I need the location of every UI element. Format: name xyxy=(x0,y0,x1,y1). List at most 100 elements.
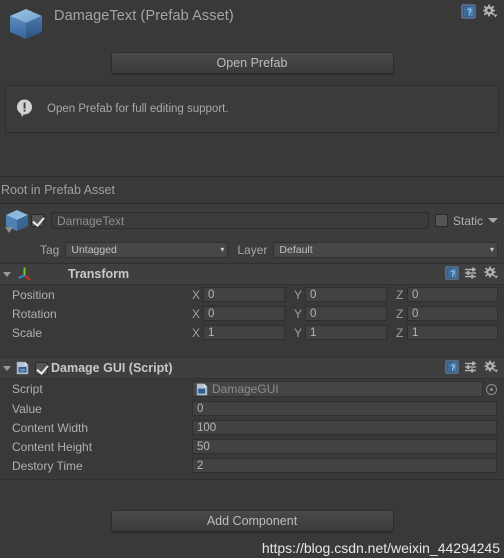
axis-label-x: X xyxy=(192,287,201,302)
gameobject-header: DamageText Static xyxy=(0,205,504,236)
damage-gui-row-content-height: Content Height 50 xyxy=(0,437,504,456)
transform-properties: Position X 0 Y 0 Z 0 Rotation X 0 Y 0 Z … xyxy=(0,285,504,342)
script-field-value: DamageGUI xyxy=(212,382,279,396)
root-section-bar: Root in Prefab Asset xyxy=(0,176,504,204)
scale-x-input[interactable]: 1 xyxy=(203,325,285,340)
position-x-input[interactable]: 0 xyxy=(203,287,285,302)
chevron-updown-icon: ▾ xyxy=(220,245,225,254)
property-label: Scale xyxy=(12,325,43,340)
value-input[interactable]: 0 xyxy=(192,401,497,416)
watermark-url: https://blog.csdn.net/weixin_44294245 xyxy=(261,540,500,556)
transform-row-scale: Scale X 1 Y 1 Z 1 xyxy=(0,323,504,342)
rotation-x-input[interactable]: 0 xyxy=(203,306,285,321)
script-document-icon xyxy=(196,383,208,396)
axis-label-y: Y xyxy=(294,306,303,321)
damage-gui-component: c# Damage GUI (Script) ? Script DamageGU… xyxy=(0,357,504,480)
position-z-input[interactable]: 0 xyxy=(407,287,498,302)
gear-dropdown-icon[interactable] xyxy=(482,4,498,19)
transform-component: Transform ? Position X 0 Y 0 Z 0 Rotatio… xyxy=(0,263,504,342)
help-book-icon[interactable]: ? xyxy=(445,266,459,280)
page-title: DamageText (Prefab Asset) xyxy=(54,8,234,24)
property-label: Rotation xyxy=(12,306,57,321)
gear-dropdown-icon[interactable] xyxy=(483,266,499,280)
transform-title: Transform xyxy=(68,267,130,281)
rotation-y-input[interactable]: 0 xyxy=(305,306,387,321)
axis-label-x: X xyxy=(192,325,201,340)
tag-label: Tag xyxy=(40,243,60,257)
prefab-cube-icon xyxy=(7,6,45,44)
transform-row-position: Position X 0 Y 0 Z 0 xyxy=(0,285,504,304)
content-height-input[interactable]: 50 xyxy=(192,439,497,454)
tag-layer-row: Tag Untagged ▾ Layer Default ▾ xyxy=(0,238,504,262)
layer-dropdown-value: Default xyxy=(279,244,313,256)
preset-sliders-icon[interactable] xyxy=(464,266,478,280)
axis-label-y: Y xyxy=(294,287,303,302)
property-label: Position xyxy=(12,287,55,302)
gear-dropdown-icon[interactable] xyxy=(483,360,499,374)
help-book-icon[interactable]: ? xyxy=(445,360,459,374)
transform-row-rotation: Rotation X 0 Y 0 Z 0 xyxy=(0,304,504,323)
scale-z-input[interactable]: 1 xyxy=(407,325,498,340)
axis-label-x: X xyxy=(192,306,201,321)
property-label: Script xyxy=(12,382,43,396)
vector3-field: X 0 Y 0 Z 0 xyxy=(192,306,504,321)
info-exclamation-icon xyxy=(15,98,35,120)
vector3-field: X 1 Y 1 Z 1 xyxy=(192,325,504,340)
damage-gui-header-icons: ? xyxy=(445,360,499,374)
damage-gui-row-content-width: Content Width 100 xyxy=(0,418,504,437)
prefab-info-box: Open Prefab for full editing support. xyxy=(5,85,499,133)
content-width-input[interactable]: 100 xyxy=(192,420,497,435)
prefab-cube-icon[interactable] xyxy=(3,207,31,235)
asset-header-icons: ? xyxy=(461,4,498,19)
chevron-updown-icon: ▾ xyxy=(489,245,494,254)
static-toggle-group: Static xyxy=(434,213,498,228)
damage-gui-row-value: Value 0 xyxy=(0,399,504,418)
position-y-input[interactable]: 0 xyxy=(305,287,387,302)
damage-gui-header[interactable]: c# Damage GUI (Script) ? xyxy=(0,357,504,379)
open-prefab-button[interactable]: Open Prefab xyxy=(110,52,394,74)
damage-gui-row-destory-time: Destory Time 2 xyxy=(0,456,504,475)
rotation-z-input[interactable]: 0 xyxy=(407,306,498,321)
axis-label-z: Z xyxy=(396,287,404,302)
prefab-info-text: Open Prefab for full editing support. xyxy=(47,103,229,115)
damage-gui-enabled-checkbox[interactable] xyxy=(35,361,48,375)
property-label: Content Width xyxy=(12,420,89,435)
layer-dropdown[interactable]: Default ▾ xyxy=(273,242,498,258)
transform-header[interactable]: Transform ? xyxy=(0,263,504,285)
layer-label: Layer xyxy=(237,243,268,257)
svg-text:?: ? xyxy=(450,268,455,278)
gameobject-name-input[interactable]: DamageText xyxy=(51,212,429,229)
damage-gui-title: Damage GUI (Script) xyxy=(51,361,173,375)
open-prefab-row: Open Prefab xyxy=(0,45,504,81)
svg-text:c#: c# xyxy=(20,368,25,373)
add-component-button[interactable]: Add Component xyxy=(110,510,394,532)
transform-header-icons: ? xyxy=(445,266,499,280)
preset-sliders-icon[interactable] xyxy=(464,360,478,374)
component-divider xyxy=(0,479,504,480)
transform-axis-icon xyxy=(16,266,34,282)
object-picker-icon[interactable] xyxy=(486,383,497,395)
gameobject-enabled-checkbox[interactable] xyxy=(31,214,44,227)
unity-inspector-window: DamageText (Prefab Asset) ? Open Prefab … xyxy=(0,0,504,558)
destory-time-input[interactable]: 2 xyxy=(192,458,497,473)
property-label: Content Height xyxy=(12,439,93,454)
axis-label-z: Z xyxy=(396,325,404,340)
transform-foldout-icon[interactable] xyxy=(0,271,14,277)
scale-y-input[interactable]: 1 xyxy=(305,325,387,340)
add-component-row: Add Component xyxy=(0,504,504,538)
property-label: Destory Time xyxy=(12,458,83,473)
help-book-icon[interactable]: ? xyxy=(461,4,476,19)
script-object-field[interactable]: DamageGUI xyxy=(192,381,483,397)
damage-gui-foldout-icon[interactable] xyxy=(0,365,14,371)
tag-dropdown[interactable]: Untagged ▾ xyxy=(65,242,229,258)
root-section-label: Root in Prefab Asset xyxy=(1,183,115,197)
svg-text:?: ? xyxy=(467,7,472,17)
static-label: Static xyxy=(452,213,483,228)
tag-dropdown-value: Untagged xyxy=(71,244,117,256)
axis-label-z: Z xyxy=(396,306,404,321)
static-checkbox[interactable] xyxy=(434,214,448,227)
asset-header: DamageText (Prefab Asset) ? xyxy=(0,0,504,45)
svg-text:?: ? xyxy=(450,362,455,372)
chevron-down-icon[interactable] xyxy=(488,218,498,223)
property-label: Value xyxy=(12,401,42,416)
